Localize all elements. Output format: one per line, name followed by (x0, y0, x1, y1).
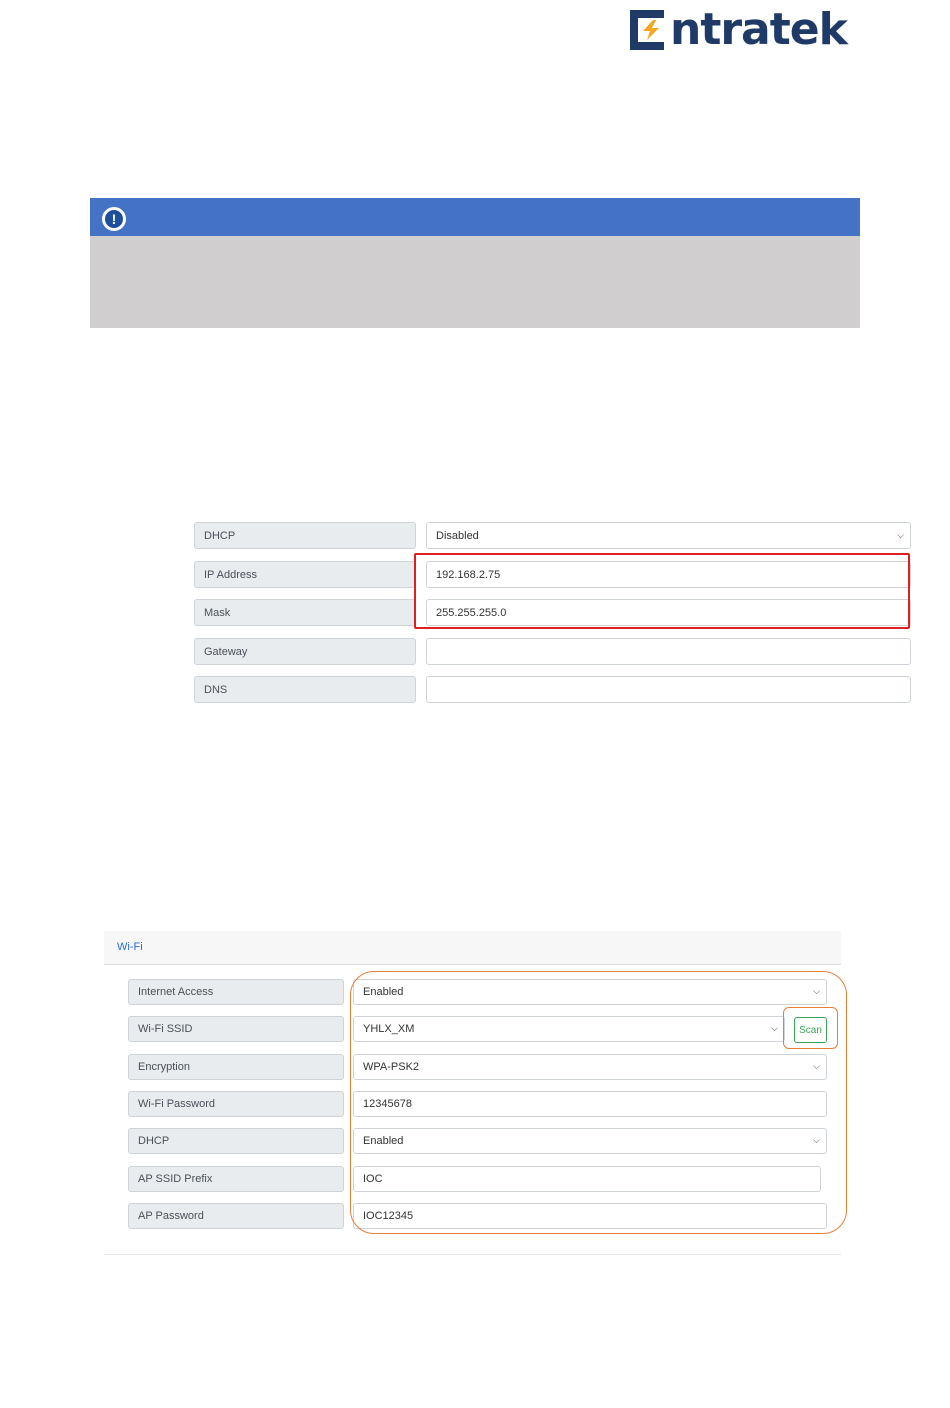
logo-text: ntratek (670, 4, 848, 55)
encryption-label: Encryption (128, 1054, 344, 1080)
dns-label: DNS (194, 676, 416, 703)
internet-access-label: Internet Access (128, 979, 344, 1005)
wifi-panel-divider (104, 1254, 841, 1255)
chevron-down-icon: ⌵ (897, 529, 904, 540)
gateway-input[interactable] (426, 638, 911, 665)
dhcp-value: Disabled (436, 529, 479, 542)
ap-password-label: AP Password (128, 1203, 344, 1229)
wifi-ssid-label: Wi-Fi SSID (128, 1016, 344, 1042)
exclamation-icon: ! (102, 207, 126, 231)
wifi-panel-header: Wi-Fi (104, 931, 841, 965)
wifi-password-label: Wi-Fi Password (128, 1091, 344, 1117)
wifi-panel-title: Wi-Fi (117, 941, 143, 953)
ip-address-label: IP Address (194, 561, 416, 588)
highlight-ip-mask (414, 553, 910, 629)
dhcp-label: DHCP (194, 522, 416, 549)
dns-input[interactable] (426, 676, 911, 703)
mask-label: Mask (194, 599, 416, 626)
notice-body (90, 236, 860, 328)
notice-header: ! (90, 198, 860, 236)
dhcp-select[interactable]: Disabled ⌵ (426, 522, 911, 549)
gateway-label: Gateway (194, 638, 416, 665)
logo-e-mark (630, 10, 668, 50)
ap-ssid-prefix-label: AP SSID Prefix (128, 1166, 344, 1192)
entratek-logo: ntratek (630, 6, 860, 54)
wifi-dhcp-label: DHCP (128, 1128, 344, 1154)
highlight-wifi-settings (350, 971, 847, 1234)
